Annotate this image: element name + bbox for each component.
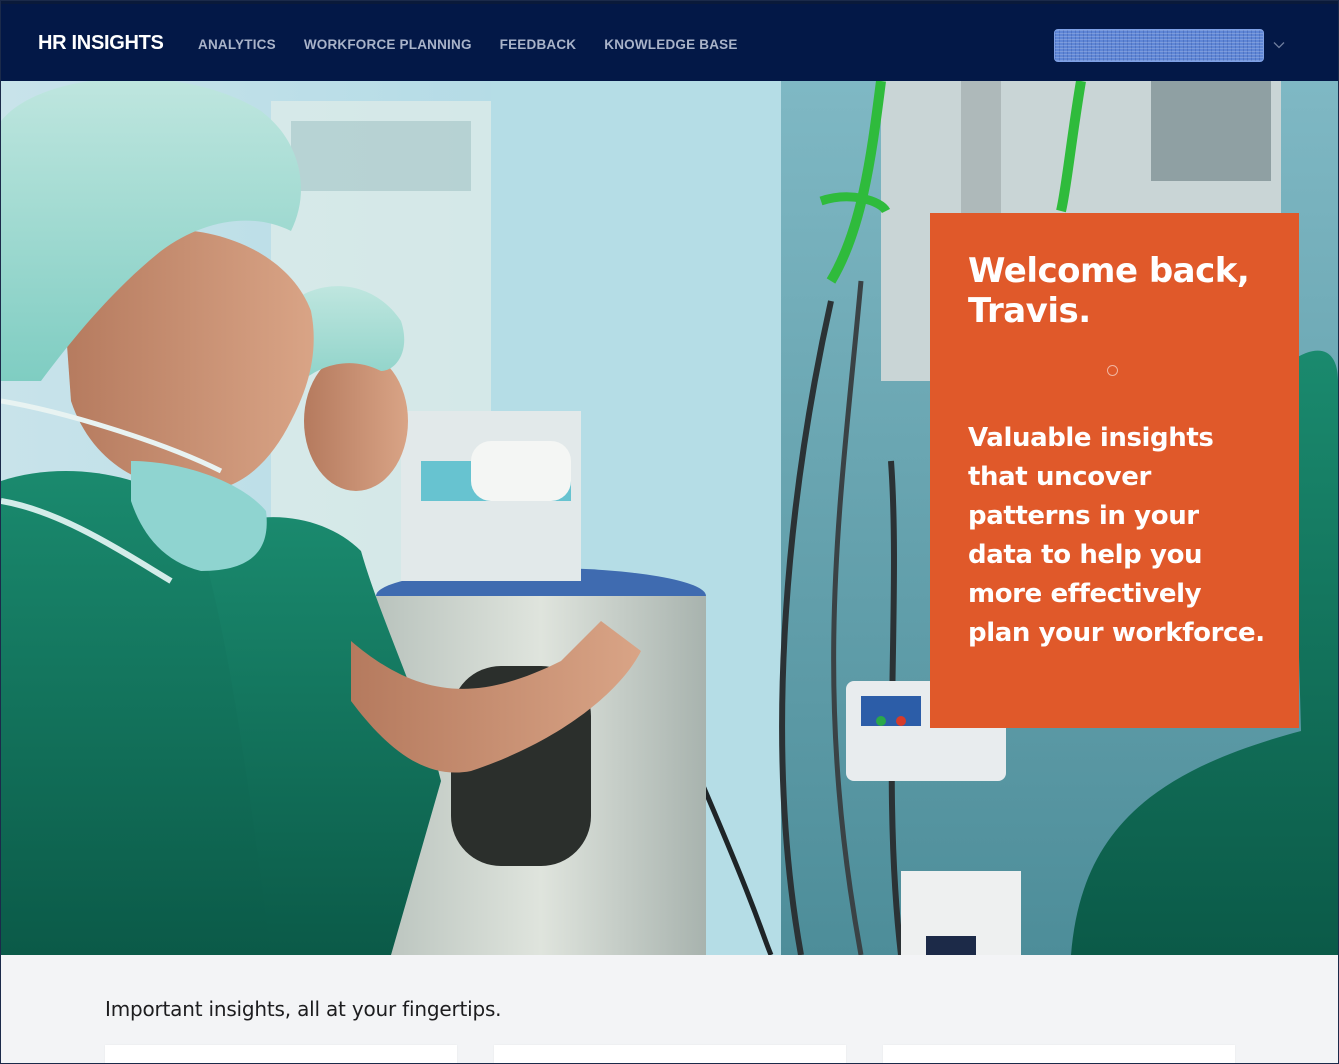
nav-link-analytics[interactable]: ANALYTICS (198, 37, 276, 52)
insight-card[interactable] (494, 1045, 846, 1063)
user-name-redacted[interactable] (1054, 28, 1264, 62)
insight-card[interactable] (883, 1045, 1235, 1063)
nav-link-knowledge-base[interactable]: KNOWLEDGE BASE (604, 37, 737, 52)
nav-link-feedback[interactable]: FEEDBACK (500, 37, 577, 52)
insights-heading: Important insights, all at your fingerti… (105, 997, 502, 1021)
insights-section: Important insights, all at your fingerti… (1, 955, 1338, 1063)
app-window: HR INSIGHTS ANALYTICS WORKFORCE PLANNING… (0, 0, 1339, 1064)
brand-logo[interactable]: HR INSIGHTS (38, 32, 164, 55)
nav-link-workforce-planning[interactable]: WORKFORCE PLANNING (304, 37, 472, 52)
hero-banner: Welcome back, Travis. Valuable insights … (1, 81, 1338, 955)
welcome-title: Welcome back, Travis. (968, 251, 1250, 331)
top-navbar: HR INSIGHTS ANALYTICS WORKFORCE PLANNING… (1, 1, 1338, 81)
welcome-card: Welcome back, Travis. Valuable insights … (930, 213, 1299, 728)
main-nav: ANALYTICS WORKFORCE PLANNING FEEDBACK KN… (198, 37, 738, 52)
user-menu[interactable] (1054, 28, 1286, 62)
welcome-description: Valuable insights that uncover patterns … (968, 423, 1265, 648)
circle-dot-icon[interactable] (1107, 365, 1118, 376)
chevron-down-icon[interactable] (1272, 38, 1286, 52)
insight-card[interactable] (105, 1045, 457, 1063)
